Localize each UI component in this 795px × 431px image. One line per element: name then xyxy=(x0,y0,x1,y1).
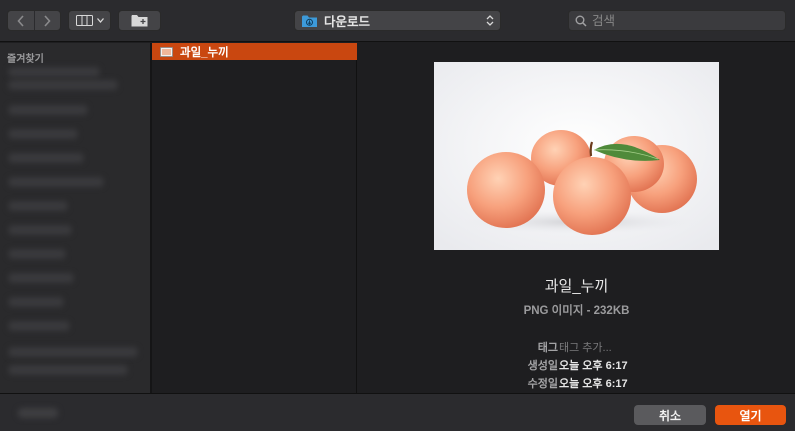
meta-value: 오늘 오후 6:17 xyxy=(559,378,628,390)
back-button[interactable] xyxy=(8,11,35,30)
open-button[interactable]: 열기 xyxy=(715,405,786,425)
location-popup[interactable]: 다운로드 xyxy=(294,10,501,31)
sidebar-item[interactable] xyxy=(8,105,88,115)
search-icon xyxy=(575,15,587,27)
view-mode-button[interactable] xyxy=(68,10,111,31)
sidebar-item[interactable] xyxy=(8,80,118,90)
preview-file-kind: PNG 이미지 - 232KB xyxy=(523,305,630,317)
sidebar-item[interactable] xyxy=(8,225,72,235)
sidebar-item[interactable] xyxy=(8,67,100,77)
sidebar-item[interactable] xyxy=(8,201,68,211)
preview-pane: 과일_누끼 PNG 이미지 - 232KB 태그 태그 추가... 생성일 오늘… xyxy=(358,43,795,393)
sidebar-section-title: 즐겨찾기 xyxy=(7,54,44,65)
search-field[interactable] xyxy=(568,10,786,31)
file-column: 과일_누끼 xyxy=(152,43,357,393)
options-control[interactable] xyxy=(18,408,58,418)
forward-button[interactable] xyxy=(35,11,61,30)
downloads-folder-icon xyxy=(302,15,317,27)
sidebar-item[interactable] xyxy=(8,365,128,375)
bottom-bar: 취소 열기 xyxy=(0,393,795,431)
image-preview xyxy=(434,62,719,250)
column-view-icon xyxy=(75,15,93,26)
search-input[interactable] xyxy=(592,13,772,28)
sidebar-item[interactable] xyxy=(8,153,84,163)
new-folder-button[interactable] xyxy=(118,10,161,31)
chevron-left-icon xyxy=(17,14,24,27)
add-tags-field[interactable]: 태그 추가... xyxy=(559,339,612,355)
meta-key: 수정일 xyxy=(527,378,558,390)
sidebar-item[interactable] xyxy=(8,321,70,331)
sidebar-item[interactable] xyxy=(8,347,138,357)
chevron-right-icon xyxy=(44,14,51,27)
meta-key: 생성일 xyxy=(527,360,558,372)
toolbar: 다운로드 xyxy=(0,0,795,42)
meta-value: 오늘 오후 6:17 xyxy=(559,360,628,372)
sidebar-item[interactable] xyxy=(8,249,66,259)
chevron-down-icon xyxy=(96,18,104,23)
sidebar-item[interactable] xyxy=(8,129,78,139)
cancel-button[interactable]: 취소 xyxy=(634,405,706,425)
location-label: 다운로드 xyxy=(324,15,371,29)
sidebar-item[interactable] xyxy=(8,273,74,283)
sidebar-item[interactable] xyxy=(8,297,64,307)
file-row-selected[interactable]: 과일_누끼 xyxy=(152,43,357,60)
peaches-image xyxy=(434,62,719,250)
file-name: 과일_누끼 xyxy=(180,46,229,59)
preview-file-name: 과일_누끼 xyxy=(544,278,609,295)
updown-chevron-icon xyxy=(486,15,494,26)
nav-buttons xyxy=(7,10,61,31)
image-file-icon xyxy=(160,46,173,57)
meta-key: 태그 xyxy=(537,342,558,354)
sidebar: 즐겨찾기 xyxy=(0,43,151,393)
sidebar-item[interactable] xyxy=(8,177,104,187)
new-folder-icon xyxy=(131,15,148,27)
